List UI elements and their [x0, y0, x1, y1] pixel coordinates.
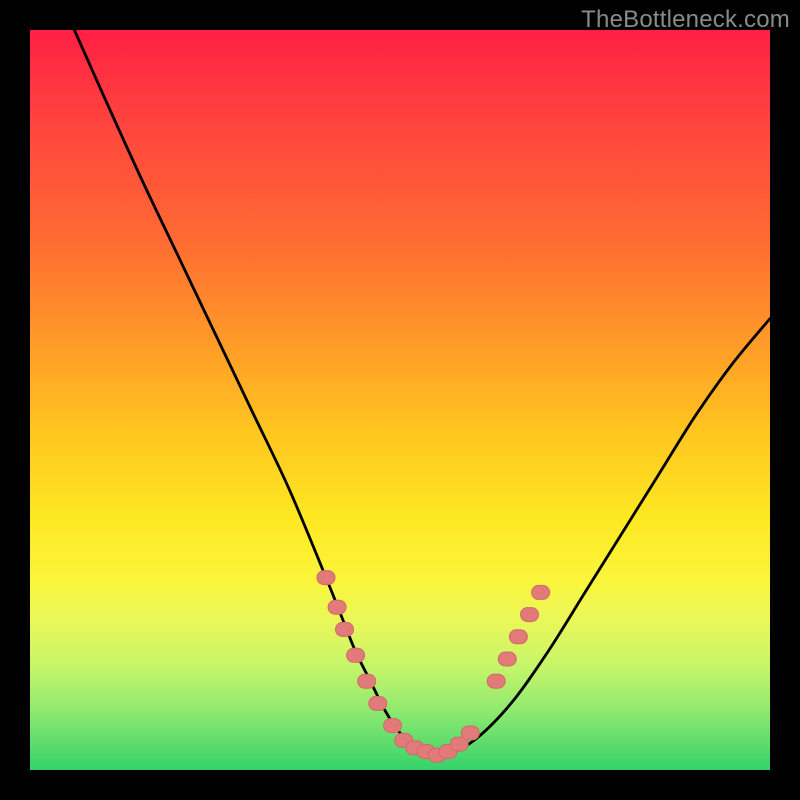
curve-marker	[369, 696, 387, 710]
curve-marker	[461, 726, 479, 740]
curve-marker	[336, 622, 354, 636]
curve-marker	[328, 600, 346, 614]
curve-marker	[384, 719, 402, 733]
watermark-text: TheBottleneck.com	[581, 6, 790, 34]
curve-marker	[358, 674, 376, 688]
curve-marker	[532, 585, 550, 599]
gradient-plot-area	[30, 30, 770, 770]
curve-marker	[487, 674, 505, 688]
curve-marker	[347, 648, 365, 662]
chart-frame: TheBottleneck.com	[0, 0, 800, 800]
marker-layer	[30, 30, 770, 770]
curve-marker	[498, 652, 516, 666]
curve-marker	[521, 608, 539, 622]
curve-marker	[317, 571, 335, 585]
curve-marker	[509, 630, 527, 644]
